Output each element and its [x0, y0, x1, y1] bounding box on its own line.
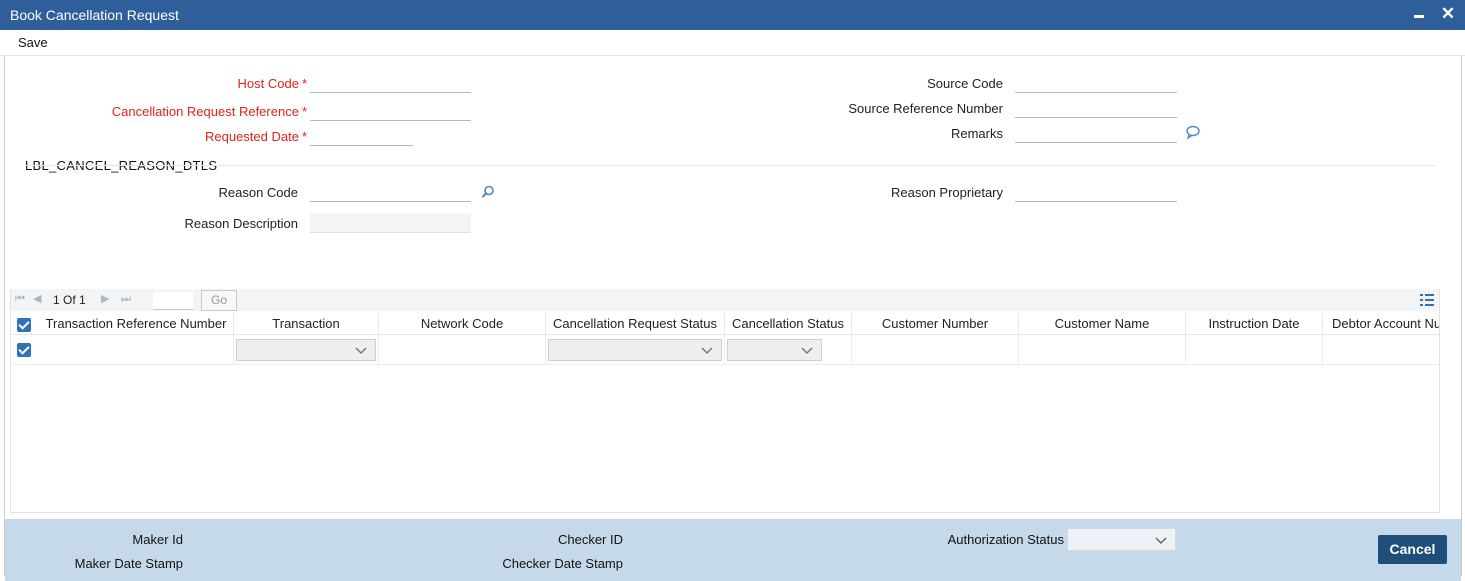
page-indicator: 1 Of 1 — [53, 293, 86, 307]
transaction-cell — [234, 335, 379, 365]
network-code-cell[interactable] — [379, 335, 546, 365]
minimize-icon[interactable] — [1411, 6, 1427, 22]
reason-description-field — [310, 213, 471, 233]
window-title: Book Cancellation Request — [10, 7, 179, 23]
reason-code-label: Reason Code — [218, 185, 299, 200]
save-button[interactable]: Save — [18, 35, 48, 50]
right-border — [1461, 56, 1462, 576]
transactions-grid: ⏮ ◀ 1 Of 1 ▶ ⏭ Go Transaction Reference … — [10, 289, 1440, 513]
cancellation-request-reference-field[interactable] — [310, 101, 471, 121]
host-code-field[interactable] — [310, 73, 471, 93]
cancellation-request-status-cell — [546, 335, 725, 365]
grid-pager: ⏮ ◀ 1 Of 1 ▶ ⏭ Go — [11, 289, 1439, 311]
select-all-checkbox[interactable] — [17, 318, 31, 332]
source-code-label: Source Code — [927, 76, 1003, 91]
authorization-status-label: Authorization Status — [947, 532, 1064, 547]
cancellation-request-reference-label: Cancellation Request Reference * — [111, 104, 307, 119]
remarks-field[interactable] — [1015, 123, 1177, 143]
maker-date-stamp-label: Maker Date Stamp — [74, 556, 183, 571]
reason-proprietary-field[interactable] — [1015, 182, 1177, 202]
chevron-down-icon — [701, 347, 713, 355]
transaction-select[interactable] — [236, 339, 376, 361]
toolbar: Save — [0, 30, 1465, 56]
close-icon[interactable]: ✕ — [1440, 5, 1456, 23]
table-row — [11, 335, 1439, 365]
checker-id-label: Checker ID — [557, 532, 623, 547]
chevron-down-icon — [801, 347, 813, 355]
customer-name-cell[interactable] — [1019, 335, 1186, 365]
remarks-label: Remarks — [950, 126, 1003, 141]
authorization-status-select[interactable] — [1067, 528, 1176, 551]
debtor-account-number-cell[interactable] — [1323, 335, 1439, 365]
previous-page-icon[interactable]: ◀ — [33, 293, 45, 305]
source-reference-number-field[interactable] — [1015, 98, 1177, 118]
first-page-icon[interactable]: ⏮ — [15, 293, 27, 305]
requested-date-label: Requested Date * — [204, 129, 307, 144]
reason-description-label: Reason Description — [184, 216, 298, 231]
grid-header-row: Transaction Reference Number Transaction… — [11, 313, 1439, 335]
column-header[interactable]: Instruction Date — [1186, 313, 1323, 335]
maker-id-label: Maker Id — [132, 532, 183, 547]
cancellation-status-select[interactable] — [727, 339, 822, 361]
source-code-field[interactable] — [1015, 73, 1177, 93]
comment-icon[interactable] — [1185, 124, 1201, 140]
cancellation-request-status-select[interactable] — [548, 339, 722, 361]
column-header[interactable]: Cancellation Status — [725, 313, 852, 335]
search-icon[interactable] — [480, 184, 496, 200]
checker-date-stamp-label: Checker Date Stamp — [502, 556, 623, 571]
last-page-icon[interactable]: ⏭ — [121, 293, 133, 305]
cancel-button[interactable]: Cancel — [1378, 535, 1447, 564]
reason-code-field[interactable] — [310, 182, 471, 202]
source-reference-number-label: Source Reference Number — [848, 101, 1003, 116]
left-border — [4, 56, 5, 576]
go-button[interactable]: Go — [201, 290, 237, 311]
column-header[interactable]: Cancellation Request Status — [546, 313, 725, 335]
column-header[interactable]: Transaction Reference Number — [39, 313, 234, 335]
next-page-icon[interactable]: ▶ — [101, 293, 113, 305]
reason-proprietary-label: Reason Proprietary — [891, 185, 1003, 200]
column-header[interactable]: Network Code — [379, 313, 546, 335]
column-header[interactable]: Transaction — [234, 313, 379, 335]
column-header[interactable]: Customer Number — [852, 313, 1019, 335]
instruction-date-cell[interactable] — [1186, 335, 1323, 365]
requested-date-field[interactable] — [310, 126, 413, 146]
page-number-input[interactable] — [153, 292, 193, 310]
cancellation-status-cell — [725, 335, 852, 365]
window-titlebar: Book Cancellation Request ✕ — [0, 0, 1465, 30]
chevron-down-icon — [355, 347, 367, 355]
host-code-label: Host Code * — [237, 76, 307, 91]
column-settings-icon[interactable] — [1419, 292, 1435, 308]
chevron-down-icon — [1155, 537, 1167, 545]
column-header[interactable]: Debtor Account Nu — [1323, 313, 1439, 335]
audit-footer: Maker Id Maker Date Stamp Checker ID Che… — [5, 519, 1461, 581]
customer-number-cell[interactable] — [852, 335, 1019, 365]
row-checkbox[interactable] — [17, 343, 31, 357]
transaction-reference-number-cell[interactable] — [39, 335, 234, 365]
section-divider — [25, 165, 1435, 166]
column-header[interactable]: Customer Name — [1019, 313, 1186, 335]
